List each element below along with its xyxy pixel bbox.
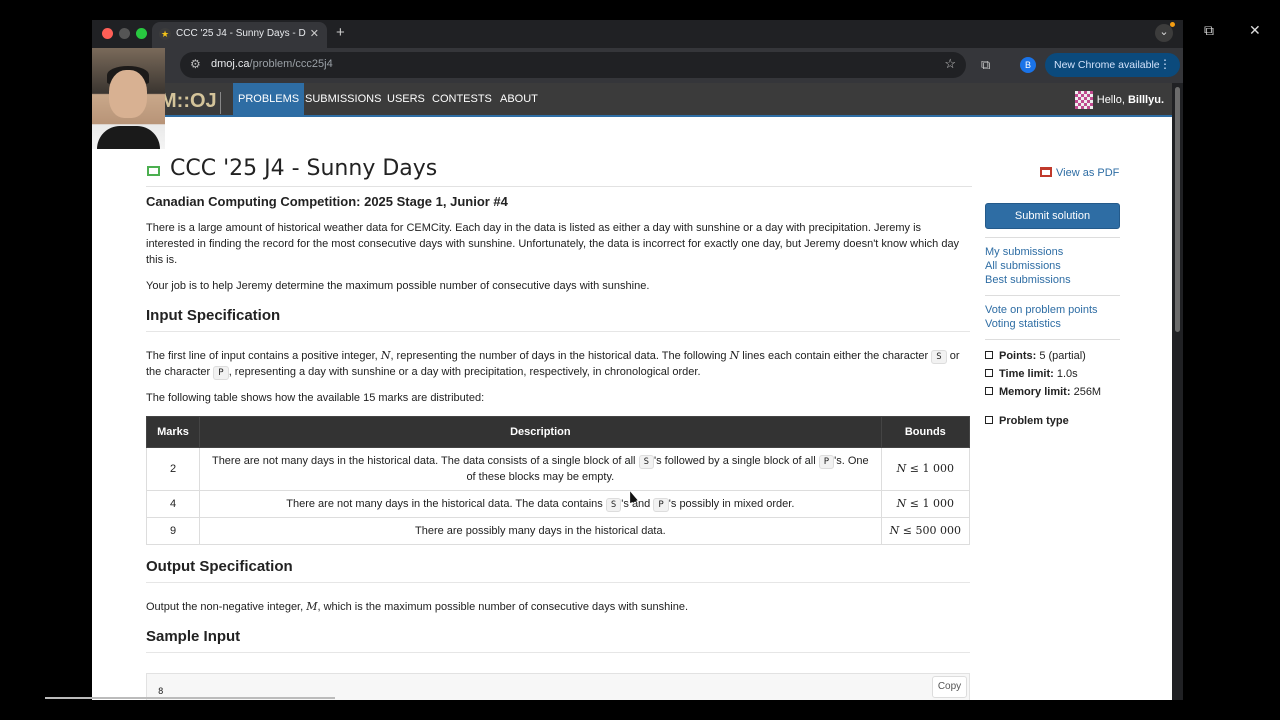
browser-window: ★ CCC '25 J4 - Sunny Days - D ✕ + ⌄ ⚙ dm… (92, 20, 1183, 700)
col-description: Description (199, 416, 882, 448)
problem-statement: Canadian Computing Competition: 2025 Sta… (146, 194, 971, 700)
intro-paragraph-1: There is a large amount of historical we… (146, 222, 960, 266)
favicon-icon: ★ (159, 28, 171, 40)
new-tab-icon[interactable]: + (336, 24, 345, 41)
sidebar-divider (985, 339, 1120, 340)
row-marks: 9 (146, 517, 200, 545)
points-icon (985, 351, 993, 359)
row-description: There are possibly many days in the hist… (199, 517, 882, 545)
close-window-icon[interactable]: ✕ (1249, 22, 1261, 39)
row-marks: 4 (146, 490, 200, 518)
row-marks: 2 (146, 447, 200, 491)
table-header-row: Marks Description Bounds (146, 416, 971, 448)
restore-icon[interactable]: ⧉ (1204, 22, 1214, 39)
col-bounds: Bounds (880, 416, 971, 448)
tab-close-icon[interactable]: ✕ (310, 27, 319, 40)
output-heading: Output Specification (146, 559, 970, 583)
row-description: There are not many days in the historica… (199, 447, 882, 491)
problem-type-icon (985, 416, 993, 424)
zoom-light[interactable] (136, 28, 147, 39)
input-heading: Input Specification (146, 308, 970, 332)
logo-text: M::OJ (160, 90, 217, 112)
scrollbar[interactable] (1172, 83, 1183, 700)
sample-heading: Sample Input (146, 629, 970, 653)
screen: ⧉ ✕ ★ CCC '25 J4 - Sunny Days - D ✕ + ⌄ … (0, 0, 1280, 720)
close-light[interactable] (102, 28, 113, 39)
pdf-icon (1040, 167, 1052, 177)
nav-about[interactable]: ABOUT (500, 83, 538, 117)
username: Billlyu. (1127, 93, 1164, 106)
vote-points-link[interactable]: Vote on problem points (985, 303, 1120, 317)
sample-input-box[interactable]: 8 P S Copy (146, 673, 970, 700)
url-host: dmoj.ca (211, 58, 250, 70)
menu-kebab-icon[interactable]: ⋮ (1159, 57, 1171, 71)
clock-icon (985, 369, 993, 377)
extensions-icon[interactable]: ⧉ (981, 57, 990, 73)
browser-tab[interactable]: ★ CCC '25 J4 - Sunny Days - D ✕ (152, 22, 327, 48)
submit-solution-button[interactable]: Submit solution (985, 203, 1120, 229)
site-info-icon[interactable]: ⚙ (190, 57, 201, 71)
sidebar-divider (985, 295, 1120, 296)
table-row: 4 There are not many days in the histori… (146, 490, 971, 518)
input-paragraph: The first line of input contains a posit… (146, 349, 960, 380)
all-submissions-link[interactable]: All submissions (985, 259, 1120, 273)
nav-contests[interactable]: CONTESTS (432, 83, 492, 117)
memory-icon (985, 387, 993, 395)
tab-title: CCC '25 J4 - Sunny Days - D (176, 28, 306, 39)
table-row: 2 There are not many days in the histori… (146, 447, 971, 491)
user-greeting[interactable]: Hello, Billlyu. (1074, 91, 1164, 109)
title-divider (146, 186, 972, 187)
nav-problems[interactable]: PROBLEMS (233, 83, 305, 117)
site-logo[interactable]: M::OJ (160, 90, 221, 114)
user-avatar (1074, 91, 1093, 109)
webcam-overlay (92, 48, 165, 149)
intro-paragraph-2: Your job is to help Jeremy determine the… (146, 280, 650, 292)
url-path: /problem/ccc25j4 (249, 58, 333, 70)
problem-status-icon (147, 166, 160, 176)
problem-sidebar: Submit solution My submissions All submi… (985, 203, 1120, 430)
col-marks: Marks (146, 416, 200, 448)
tab-search-icon[interactable]: ⌄ (1155, 22, 1175, 42)
site-navbar: M::OJ PROBLEMS SUBMISSIONS USERS CONTEST… (92, 83, 1172, 117)
row-bounds: N ≤ 1 000 (880, 490, 971, 518)
sidebar-divider (985, 237, 1120, 238)
minimize-light[interactable] (119, 28, 130, 39)
row-bounds: N ≤ 500 000 (880, 517, 971, 545)
row-bounds: N ≤ 1 000 (880, 447, 971, 491)
page: M::OJ PROBLEMS SUBMISSIONS USERS CONTEST… (92, 83, 1172, 700)
address-bar[interactable]: ⚙ dmoj.ca/problem/ccc25j4 ☆ (180, 52, 966, 78)
nav-submissions[interactable]: SUBMISSIONS (305, 83, 381, 117)
browser-toolbar: ⚙ dmoj.ca/problem/ccc25j4 ☆ ⧉ B New Chro… (92, 48, 1183, 83)
problem-type-toggle[interactable]: Problem type (985, 412, 1120, 430)
row-description: There are not many days in the historica… (199, 490, 882, 518)
best-submissions-link[interactable]: Best submissions (985, 273, 1120, 287)
profile-avatar[interactable]: B (1020, 57, 1036, 73)
memory-limit-info: Memory limit: 256M (985, 383, 1120, 401)
scrollbar-thumb[interactable] (1175, 87, 1180, 332)
tab-bar: ★ CCC '25 J4 - Sunny Days - D ✕ + ⌄ (92, 20, 1183, 48)
table-row: 9 There are possibly many days in the hi… (146, 517, 971, 545)
points-info: Points: 5 (partial) (985, 347, 1120, 365)
copy-button[interactable]: Copy (932, 676, 967, 698)
progress-line (45, 697, 335, 699)
marks-intro: The following table shows how the availa… (146, 392, 485, 404)
problem-source: Canadian Computing Competition: 2025 Sta… (146, 194, 508, 209)
output-paragraph: Output the non-negative integer, M, whic… (146, 600, 689, 613)
voting-statistics-link[interactable]: Voting statistics (985, 317, 1120, 331)
marks-table: Marks Description Bounds 2 There are not… (146, 416, 971, 545)
page-title: CCC '25 J4 - Sunny Days (170, 156, 438, 181)
new-chrome-button[interactable]: New Chrome available ⋮ (1045, 53, 1180, 77)
greeting-prefix: Hello, (1096, 93, 1128, 106)
view-pdf-link[interactable]: View as PDF (1040, 167, 1119, 179)
time-limit-info: Time limit: 1.0s (985, 365, 1120, 383)
new-chrome-label: New Chrome available (1054, 59, 1160, 71)
bookmark-star-icon[interactable]: ☆ (944, 56, 956, 72)
nav-users[interactable]: USERS (387, 83, 425, 117)
view-pdf-label: View as PDF (1056, 167, 1120, 179)
my-submissions-link[interactable]: My submissions (985, 245, 1120, 259)
